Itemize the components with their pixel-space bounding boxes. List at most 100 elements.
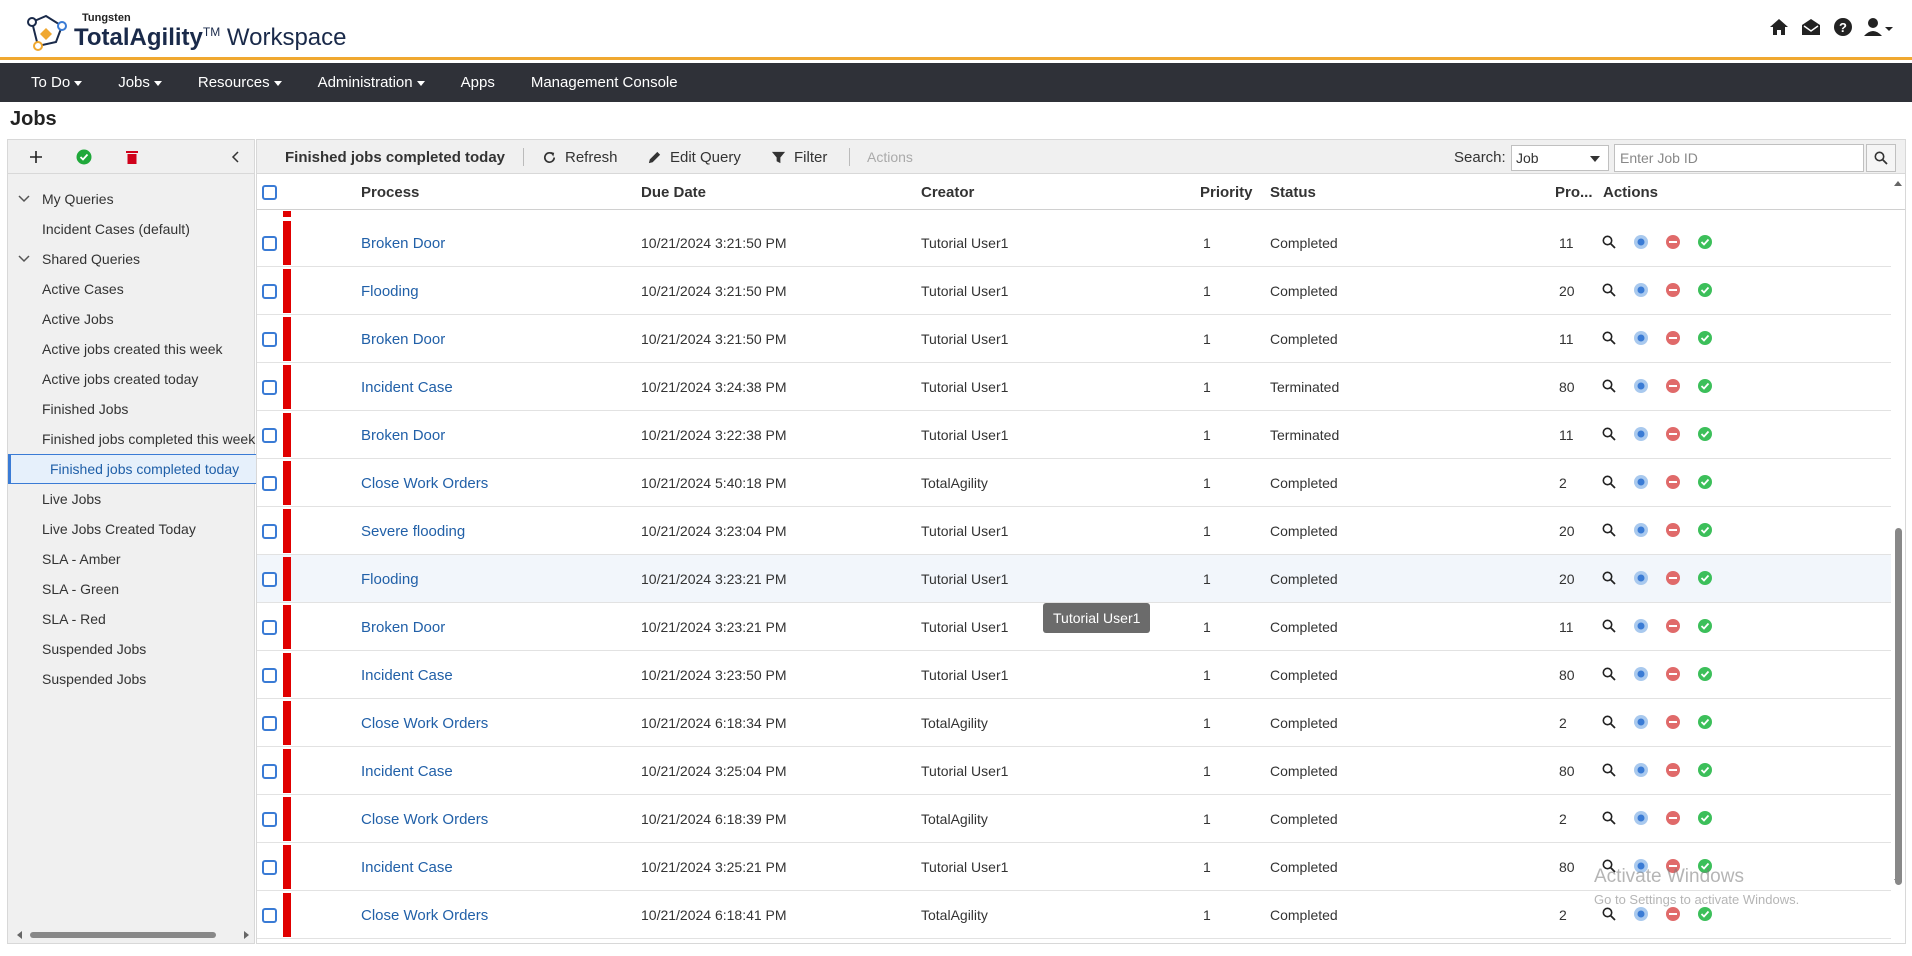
complete-icon[interactable] [1696, 761, 1714, 779]
column-due-date[interactable]: Due Date [641, 174, 706, 210]
process-link[interactable]: Severe flooding [361, 507, 465, 555]
add-query-button[interactable] [26, 147, 46, 167]
complete-icon[interactable] [1696, 425, 1714, 443]
row-checkbox[interactable] [262, 651, 277, 699]
inbox-icon[interactable] [1800, 16, 1822, 38]
nav-todo[interactable]: To Do [20, 74, 93, 91]
info-icon[interactable] [1632, 281, 1650, 299]
process-link[interactable]: Incident Case [361, 843, 453, 891]
column-process[interactable]: Process [361, 174, 419, 210]
delete-icon[interactable] [1664, 761, 1682, 779]
grid-scroll-thumb[interactable] [1895, 528, 1902, 885]
column-status[interactable]: Status [1270, 174, 1316, 210]
complete-icon[interactable] [1696, 569, 1714, 587]
complete-icon[interactable] [1696, 665, 1714, 683]
tree-item-sla-amber[interactable]: SLA - Amber [8, 544, 256, 574]
search-button[interactable] [1866, 144, 1896, 172]
home-icon[interactable] [1768, 16, 1790, 38]
process-link[interactable]: Broken Door [361, 603, 445, 651]
tree-group-my-queries[interactable]: My Queries [8, 184, 256, 214]
nav-management-console[interactable]: Management Console [520, 74, 689, 91]
user-icon[interactable] [1864, 16, 1894, 38]
row-checkbox[interactable] [262, 891, 277, 939]
tree-item-active-jobs[interactable]: Active Jobs [8, 304, 256, 334]
info-icon[interactable] [1632, 713, 1650, 731]
help-icon[interactable]: ? [1832, 16, 1854, 38]
collapse-sidebar-button[interactable] [226, 147, 246, 167]
select-all-checkbox[interactable] [262, 174, 277, 210]
refresh-button[interactable]: Refresh [542, 140, 618, 174]
info-icon[interactable] [1632, 233, 1650, 251]
complete-icon[interactable] [1696, 905, 1714, 923]
complete-icon[interactable] [1696, 809, 1714, 827]
process-link[interactable]: Broken Door [361, 219, 445, 267]
complete-icon[interactable] [1696, 617, 1714, 635]
info-icon[interactable] [1632, 761, 1650, 779]
delete-icon[interactable] [1664, 233, 1682, 251]
delete-icon[interactable] [1664, 377, 1682, 395]
process-link[interactable]: Incident Case [361, 747, 453, 795]
edit-query-button[interactable]: Edit Query [647, 140, 741, 174]
table-row[interactable]: Incident Case 10/21/2024 3:24:38 PM Tutori… [257, 363, 1891, 411]
table-row[interactable]: Broken Door 10/21/2024 3:21:50 PM Tutorial… [257, 219, 1891, 267]
tree-item-sla-green[interactable]: SLA - Green [8, 574, 256, 604]
delete-icon[interactable] [1664, 473, 1682, 491]
table-row[interactable]: Close Work Orders 10/21/2024 6:18:34 PM To… [257, 699, 1891, 747]
tree-item-finished-jobs-today[interactable]: Finished jobs completed today [8, 454, 258, 484]
search-icon[interactable] [1600, 665, 1618, 683]
row-checkbox[interactable] [262, 363, 277, 411]
tree-item-suspended-jobs[interactable]: Suspended Jobs [8, 634, 256, 664]
delete-icon[interactable] [1664, 665, 1682, 683]
sidebar-horizontal-scrollbar[interactable] [16, 927, 250, 939]
tree-item-suspended-jobs-2[interactable]: Suspended Jobs [8, 664, 256, 694]
search-type-select[interactable]: Job [1511, 145, 1609, 171]
delete-icon[interactable] [1664, 905, 1682, 923]
filter-button[interactable]: Filter [771, 140, 827, 174]
search-icon[interactable] [1600, 473, 1618, 491]
search-icon[interactable] [1600, 329, 1618, 347]
row-checkbox[interactable] [262, 699, 277, 747]
delete-icon[interactable] [1664, 425, 1682, 443]
process-link[interactable]: Close Work Orders [361, 699, 488, 747]
info-icon[interactable] [1632, 521, 1650, 539]
complete-icon[interactable] [1696, 521, 1714, 539]
complete-icon[interactable] [1696, 233, 1714, 251]
table-row[interactable]: Close Work Orders 10/21/2024 6:18:39 PM To… [257, 795, 1891, 843]
delete-icon[interactable] [1664, 713, 1682, 731]
table-row[interactable]: Close Work Orders 10/21/2024 5:40:18 PM To… [257, 459, 1891, 507]
row-checkbox[interactable] [262, 219, 277, 267]
delete-icon[interactable] [1664, 329, 1682, 347]
nav-jobs[interactable]: Jobs [107, 74, 173, 91]
tree-item-sla-red[interactable]: SLA - Red [8, 604, 256, 634]
complete-icon[interactable] [1696, 377, 1714, 395]
actions-button[interactable]: Actions [867, 140, 913, 174]
search-icon[interactable] [1600, 617, 1618, 635]
table-row[interactable]: Incident Case 10/21/2024 3:23:50 PM Tutori… [257, 651, 1891, 699]
table-row[interactable]: Severe flooding 10/21/2024 3:23:04 PM Tuto… [257, 507, 1891, 555]
process-link[interactable]: Close Work Orders [361, 795, 488, 843]
info-icon[interactable] [1632, 905, 1650, 923]
info-icon[interactable] [1632, 377, 1650, 395]
process-link[interactable]: Flooding [361, 555, 419, 603]
info-icon[interactable] [1632, 329, 1650, 347]
row-checkbox[interactable] [262, 267, 277, 315]
delete-icon[interactable] [1664, 281, 1682, 299]
nav-administration[interactable]: Administration [307, 74, 436, 91]
tree-item-finished-jobs-this-week[interactable]: Finished jobs completed this week [8, 424, 256, 454]
nav-apps[interactable]: Apps [450, 74, 506, 91]
job-id-search-input[interactable] [1614, 144, 1864, 172]
search-icon[interactable] [1600, 809, 1618, 827]
info-icon[interactable] [1632, 425, 1650, 443]
complete-icon[interactable] [1696, 473, 1714, 491]
info-icon[interactable] [1632, 473, 1650, 491]
row-checkbox[interactable] [262, 411, 277, 459]
delete-icon[interactable] [1664, 617, 1682, 635]
table-row[interactable]: Broken Door 10/21/2024 3:21:50 PM Tutorial… [257, 315, 1891, 363]
row-checkbox[interactable] [262, 747, 277, 795]
row-checkbox[interactable] [262, 315, 277, 363]
search-icon[interactable] [1600, 905, 1618, 923]
row-checkbox[interactable] [262, 555, 277, 603]
process-link[interactable]: Broken Door [361, 315, 445, 363]
complete-icon[interactable] [1696, 281, 1714, 299]
process-link[interactable]: Broken Door [361, 411, 445, 459]
